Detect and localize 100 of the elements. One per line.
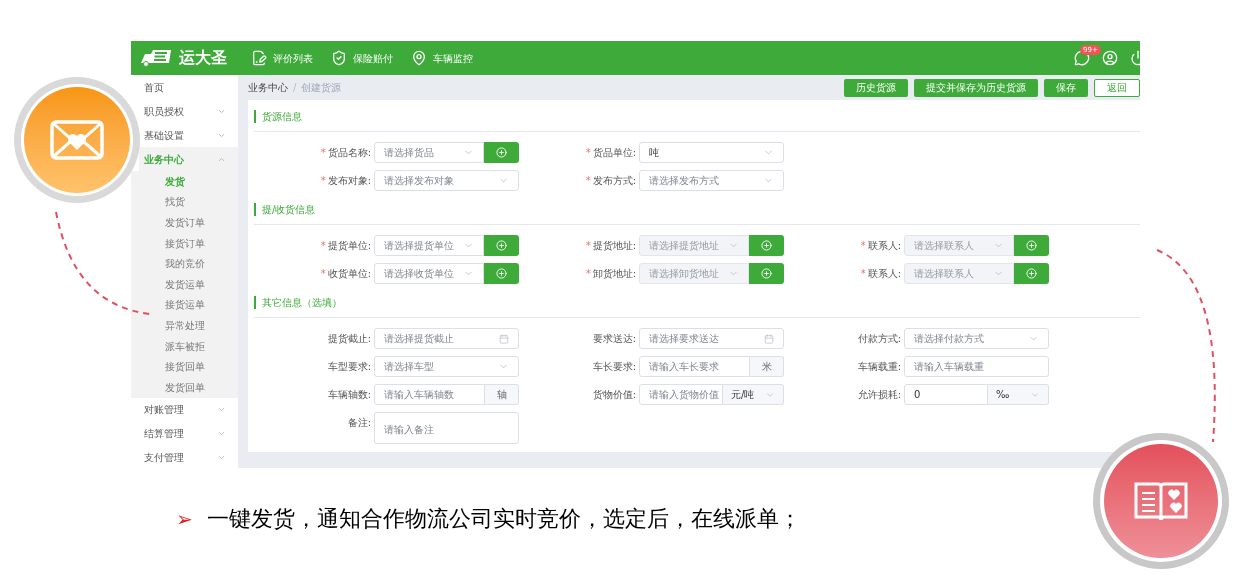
- breadcrumb-item: 创建货源: [301, 81, 342, 95]
- field-label: * 提货地址:: [584, 239, 637, 253]
- field-label: * 联系人:: [859, 267, 902, 281]
- add-button[interactable]: [749, 235, 784, 256]
- field-label: 车辆载重:: [856, 360, 902, 374]
- sidebar-item[interactable]: 支付管理: [139, 445, 238, 468]
- select-field[interactable]: 请选择发布对象: [374, 170, 519, 191]
- sidebar-subitem[interactable]: 接货回单: [131, 356, 238, 377]
- input-field[interactable]: 请输入车长要求: [639, 356, 750, 377]
- add-button[interactable]: [484, 142, 519, 163]
- sidebar-subitem[interactable]: 发货运单: [131, 273, 238, 295]
- field-placeholder: 请输入车长要求: [649, 360, 719, 374]
- field-placeholder: 请选择车型: [384, 360, 434, 374]
- field-value: 0: [914, 388, 921, 402]
- section-title: 提/收货信息: [254, 202, 316, 216]
- field-placeholder: 请选择货品: [384, 146, 434, 160]
- field-label: * 联系人:: [859, 239, 902, 253]
- add-icon: [496, 240, 507, 251]
- action-button[interactable]: 提交并保存为历史货源: [914, 78, 1038, 97]
- field-label: * 货品单位:: [584, 146, 637, 160]
- add-icon: [496, 268, 507, 279]
- select-field[interactable]: 吨: [639, 142, 784, 163]
- sidebar-subitem[interactable]: 发货订单: [131, 212, 238, 233]
- field-label: * 收货单位:: [319, 267, 372, 281]
- field-placeholder: 请输入货物价值: [649, 388, 719, 402]
- sidebar-subitem[interactable]: 接货订单: [131, 232, 238, 254]
- logo-text: 运大圣: [179, 47, 227, 69]
- unit-select[interactable]: ‰: [988, 384, 1049, 405]
- field-label: * 卸货地址:: [584, 267, 637, 281]
- sidebar-item[interactable]: 职员授权: [139, 99, 238, 123]
- action-button[interactable]: 保存: [1044, 78, 1088, 97]
- field-placeholder: 请选择提货地址: [649, 239, 719, 253]
- remarks-textarea[interactable]: 请输入备注: [374, 412, 519, 444]
- input-field[interactable]: 0: [904, 384, 988, 405]
- field-placeholder: 请选择提货单位: [384, 239, 454, 253]
- section-title: 其它信息（选填）: [254, 295, 342, 309]
- add-icon: [1026, 240, 1037, 251]
- field-placeholder: 请输入车辆轴数: [384, 388, 454, 402]
- action-button[interactable]: 返回: [1094, 78, 1140, 97]
- add-button[interactable]: [1014, 235, 1049, 256]
- sidebar-item[interactable]: 结算管理: [139, 421, 238, 446]
- field-placeholder: 请选择卸货地址: [649, 267, 719, 281]
- sidebar-subitem[interactable]: 发货: [131, 171, 238, 192]
- section-title: 货源信息: [254, 109, 302, 123]
- sidebar-item[interactable]: 业务中心: [139, 147, 238, 171]
- location-pin-icon: [411, 50, 427, 66]
- nav-link[interactable]: 评价列表: [251, 50, 313, 66]
- add-icon: [761, 268, 772, 279]
- sidebar-item[interactable]: 对账管理: [139, 397, 238, 422]
- calendar-icon: [499, 333, 509, 344]
- select-field[interactable]: 请选择提货单位: [374, 235, 484, 256]
- field-label: 车辆轴数:: [326, 388, 372, 402]
- select-field[interactable]: 请选择发布方式: [639, 170, 784, 191]
- calendar-icon: [764, 333, 774, 344]
- select-field[interactable]: 请选择付款方式: [904, 328, 1049, 349]
- select-field[interactable]: 请选择车型: [374, 356, 519, 377]
- add-icon: [1026, 268, 1037, 279]
- input-field[interactable]: 请输入车辆载重: [904, 356, 1049, 377]
- add-button[interactable]: [749, 263, 784, 284]
- sidebar-item[interactable]: 首页: [139, 75, 238, 99]
- field-label: * 提货单位:: [319, 239, 372, 253]
- field-placeholder: 请选择联系人: [914, 267, 974, 281]
- field-label: 车长要求:: [591, 360, 637, 374]
- bullet-arrow: ➢: [176, 509, 193, 529]
- add-button[interactable]: [484, 235, 519, 256]
- bullet-text: 一键发货，通知合作物流公司实时竞价，选定后，在线派单；: [206, 508, 801, 530]
- add-icon: [761, 240, 772, 251]
- field-label: 允许损耗:: [856, 388, 902, 402]
- nav-link[interactable]: 车辆监控: [411, 50, 473, 66]
- shield-check-icon: [331, 50, 347, 66]
- add-icon: [496, 147, 507, 158]
- field-placeholder: 请选择发布对象: [384, 174, 454, 188]
- sidebar-subitem[interactable]: 我的竞价: [131, 253, 238, 274]
- unit-select[interactable]: 元/吨: [723, 384, 784, 405]
- action-button[interactable]: 历史货源: [844, 78, 908, 97]
- select-field[interactable]: 请选择收货单位: [374, 263, 484, 284]
- breadcrumb-item[interactable]: 业务中心: [248, 80, 288, 95]
- sidebar-subitem[interactable]: 异常处理: [131, 315, 238, 336]
- message-icon[interactable]: [1074, 50, 1090, 66]
- truck-logo-icon: [139, 49, 173, 67]
- date-field[interactable]: 请选择提货截止: [374, 328, 519, 349]
- field-label: * 发布对象:: [319, 174, 372, 188]
- add-button[interactable]: [484, 263, 519, 284]
- select-field[interactable]: 请选择货品: [374, 142, 484, 163]
- book-heart-icon: [1133, 480, 1189, 522]
- field-placeholder: 请选择联系人: [914, 239, 974, 253]
- input-field[interactable]: 请输入车辆轴数: [374, 384, 485, 405]
- breadcrumb-separator: /: [293, 81, 297, 95]
- field-label: 付款方式:: [856, 332, 902, 346]
- input-field[interactable]: 请输入货物价值: [639, 384, 723, 405]
- sidebar-subitem[interactable]: 发货回单: [131, 376, 238, 398]
- sidebar-item[interactable]: 基础设置: [139, 123, 238, 147]
- date-field[interactable]: 请选择要求送达: [639, 328, 784, 349]
- sidebar-subitem[interactable]: 派车被拒: [131, 335, 238, 357]
- add-button[interactable]: [1014, 263, 1049, 284]
- sidebar-subitem[interactable]: 找货: [131, 191, 238, 213]
- field-placeholder: 请选择要求送达: [649, 332, 719, 346]
- nav-link[interactable]: 保险赔付: [331, 50, 393, 66]
- field-placeholder: 请选择发布方式: [649, 174, 719, 188]
- user-icon[interactable]: [1102, 50, 1118, 66]
